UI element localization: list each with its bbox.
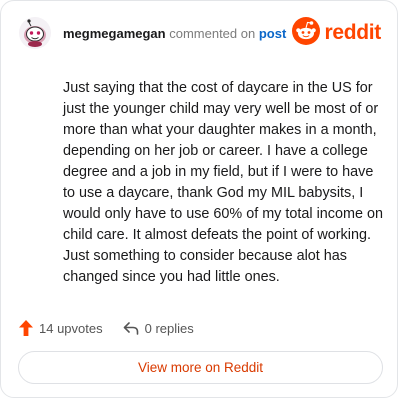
post-link[interactable]: post — [259, 26, 286, 41]
username-link[interactable]: megmegamegan — [63, 26, 166, 41]
comment-stats: 14 upvotes 0 replies — [19, 318, 194, 338]
reddit-snoo-icon — [292, 16, 321, 50]
action-text: commented on — [169, 26, 256, 41]
reddit-wordmark: reddit — [324, 21, 381, 44]
reddit-logo[interactable]: reddit — [292, 16, 381, 50]
comment-body: Just saying that the cost of daycare in … — [63, 80, 383, 285]
comment-header: megmegamegan commented on post — [63, 26, 286, 42]
upvotes-stat[interactable]: 14 upvotes — [19, 320, 103, 336]
replies-stat[interactable]: 0 replies — [123, 321, 194, 336]
replies-count: 0 replies — [144, 320, 194, 336]
view-more-on-reddit-button[interactable]: View more on Reddit — [18, 351, 383, 384]
reply-arrow-icon — [123, 321, 145, 335]
upvotes-count: 14 upvotes — [39, 320, 103, 336]
reddit-comment-card: megmegamegan commented on post reddit Ju… — [0, 0, 398, 398]
upvote-arrow-icon — [19, 320, 39, 336]
user-avatar-icon[interactable] — [19, 17, 51, 49]
